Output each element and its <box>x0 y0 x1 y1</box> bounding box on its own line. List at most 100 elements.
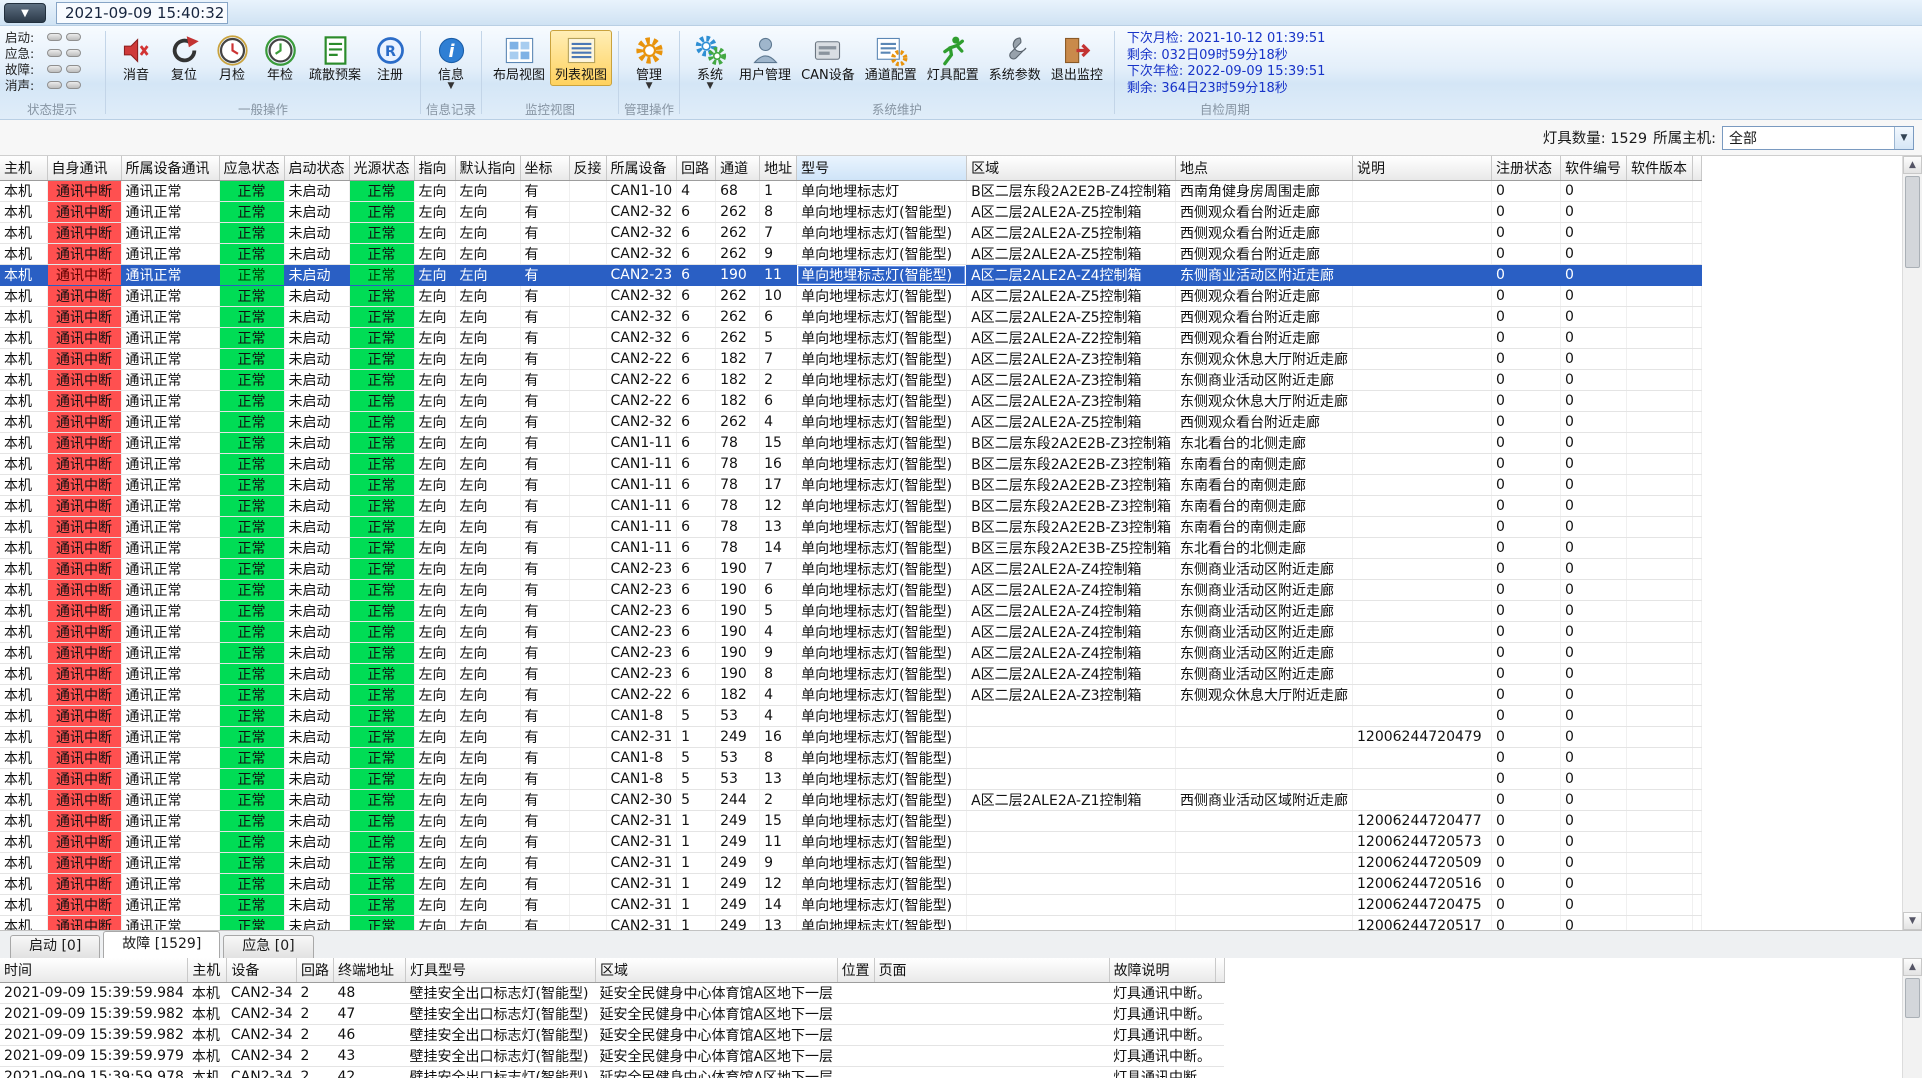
table-cell[interactable]: 通讯中断 <box>47 663 122 685</box>
table-cell[interactable] <box>1352 642 1493 664</box>
table-cell[interactable] <box>569 600 607 622</box>
table-cell[interactable]: 有 <box>520 327 570 349</box>
table-cell[interactable] <box>1626 831 1694 853</box>
table-cell[interactable]: CAN1-8 <box>606 768 678 790</box>
table-cell[interactable]: 东北看台的北侧走廊 <box>1175 537 1354 559</box>
table-cell[interactable]: 有 <box>520 516 570 538</box>
table-cell[interactable]: 6 <box>676 558 717 580</box>
table-cell[interactable] <box>569 579 607 601</box>
column-header[interactable]: 时间 <box>0 958 189 983</box>
table-cell[interactable]: 通讯正常 <box>121 747 220 769</box>
table-cell[interactable]: 左向 <box>455 201 521 223</box>
table-cell[interactable]: 通讯正常 <box>121 600 220 622</box>
table-cell[interactable] <box>874 1066 1110 1078</box>
table-cell[interactable]: 0 <box>1560 411 1628 433</box>
table-cell[interactable]: 有 <box>520 831 570 853</box>
table-cell[interactable] <box>874 1045 1110 1067</box>
table-cell[interactable] <box>569 831 607 853</box>
table-row[interactable]: 本机 通讯中断 通讯正常 正常 未启动 正常 左向 左向有 CAN2-22 6 182 7 单向地埋标志… <box>0 348 1703 370</box>
user-manage-button[interactable]: 用户管理 <box>734 30 796 86</box>
table-cell[interactable]: 左向 <box>455 411 521 433</box>
table-cell[interactable]: 左向 <box>414 264 456 286</box>
table-cell[interactable]: 正常 <box>219 852 285 874</box>
table-cell[interactable]: CAN2-32 <box>606 243 678 265</box>
table-cell[interactable]: 左向 <box>455 747 521 769</box>
table-cell[interactable]: 西侧观众看台附近走廊 <box>1175 327 1354 349</box>
table-cell[interactable]: 9 <box>759 642 798 664</box>
table-cell[interactable] <box>569 768 607 790</box>
table-cell[interactable]: 0 <box>1560 243 1628 265</box>
table-cell[interactable]: 西侧观众看台附近走廊 <box>1175 306 1354 328</box>
table-cell[interactable]: 通讯正常 <box>121 180 220 202</box>
table-cell[interactable] <box>569 264 607 286</box>
table-cell[interactable]: 通讯正常 <box>121 663 220 685</box>
table-cell[interactable]: 有 <box>520 348 570 370</box>
table-cell[interactable]: 本机 <box>0 579 48 601</box>
table-cell[interactable]: 正常 <box>219 705 285 727</box>
table-cell[interactable] <box>1175 768 1354 790</box>
table-cell[interactable] <box>1352 789 1493 811</box>
table-cell[interactable] <box>569 201 607 223</box>
column-header[interactable]: 主机 <box>187 958 228 983</box>
table-cell[interactable]: 正常 <box>349 810 415 832</box>
table-cell[interactable]: 西侧观众看台附近走廊 <box>1175 285 1354 307</box>
table-cell[interactable]: 通讯正常 <box>121 327 220 349</box>
table-cell[interactable]: 左向 <box>414 873 456 895</box>
table-cell[interactable] <box>1352 264 1493 286</box>
table-cell[interactable]: 正常 <box>349 684 415 706</box>
table-cell[interactable]: 单向地埋标志灯(智能型) <box>796 663 968 685</box>
table-cell[interactable]: 通讯正常 <box>121 537 220 559</box>
column-header[interactable]: 所属设备通讯 <box>121 156 220 181</box>
table-cell[interactable]: 0 <box>1560 831 1628 853</box>
table-cell[interactable]: 未启动 <box>284 768 350 790</box>
table-cell[interactable]: 本机 <box>0 642 48 664</box>
table-cell[interactable] <box>569 243 607 265</box>
table-cell[interactable]: 10 <box>759 285 798 307</box>
table-cell[interactable]: 未启动 <box>284 495 350 517</box>
table-cell[interactable]: 0 <box>1491 327 1562 349</box>
table-cell[interactable]: 15 <box>759 432 798 454</box>
table-cell[interactable]: 左向 <box>414 474 456 496</box>
table-cell[interactable]: 通讯正常 <box>121 831 220 853</box>
table-cell[interactable]: 通讯正常 <box>121 474 220 496</box>
table-cell[interactable] <box>569 810 607 832</box>
table-cell[interactable]: 正常 <box>349 705 415 727</box>
table-cell[interactable]: 正常 <box>349 474 415 496</box>
table-cell[interactable]: 本机 <box>0 726 48 748</box>
table-cell[interactable]: 4 <box>759 411 798 433</box>
column-header[interactable]: 软件版本 <box>1626 156 1694 181</box>
table-cell[interactable]: 0 <box>1491 726 1562 748</box>
table-cell[interactable]: 未启动 <box>284 306 350 328</box>
table-cell[interactable]: 正常 <box>219 810 285 832</box>
table-cell[interactable]: 左向 <box>455 558 521 580</box>
table-cell[interactable]: 通讯正常 <box>121 705 220 727</box>
table-cell[interactable]: 通讯正常 <box>121 873 220 895</box>
table-cell[interactable]: 182 <box>715 684 761 706</box>
table-row[interactable]: 本机 通讯中断 通讯正常 正常 未启动 正常 左向 左向有 CAN1-11 6 78 12 单向地埋标志… <box>0 495 1703 517</box>
table-cell[interactable] <box>1626 474 1694 496</box>
table-cell[interactable]: 262 <box>715 306 761 328</box>
table-cell[interactable]: 有 <box>520 621 570 643</box>
table-cell[interactable]: 有 <box>520 915 570 930</box>
table-cell[interactable]: 47 <box>333 1003 406 1025</box>
table-cell[interactable]: 16 <box>759 726 798 748</box>
table-cell[interactable]: 12006244720475 <box>1352 894 1493 916</box>
table-cell[interactable]: 单向地埋标志灯(智能型) <box>796 894 968 916</box>
table-cell[interactable]: 通讯正常 <box>121 642 220 664</box>
table-cell[interactable]: 正常 <box>219 495 285 517</box>
table-cell[interactable]: 6 <box>759 390 798 412</box>
table-cell[interactable]: 0 <box>1491 873 1562 895</box>
table-cell[interactable]: 6 <box>676 432 717 454</box>
table-cell[interactable]: 通讯中断 <box>47 390 122 412</box>
table-cell[interactable] <box>1626 726 1694 748</box>
table-cell[interactable]: CAN2-30 <box>606 789 678 811</box>
main-table-scrollbar[interactable]: ▲ ▼ <box>1902 156 1922 930</box>
table-cell[interactable]: 0 <box>1491 432 1562 454</box>
table-cell[interactable]: 78 <box>715 537 761 559</box>
table-cell[interactable]: 有 <box>520 663 570 685</box>
table-cell[interactable]: 通讯中断 <box>47 369 122 391</box>
table-cell[interactable] <box>966 873 1177 895</box>
table-cell[interactable]: 有 <box>520 558 570 580</box>
table-cell[interactable]: 正常 <box>219 915 285 930</box>
table-cell[interactable]: 有 <box>520 873 570 895</box>
